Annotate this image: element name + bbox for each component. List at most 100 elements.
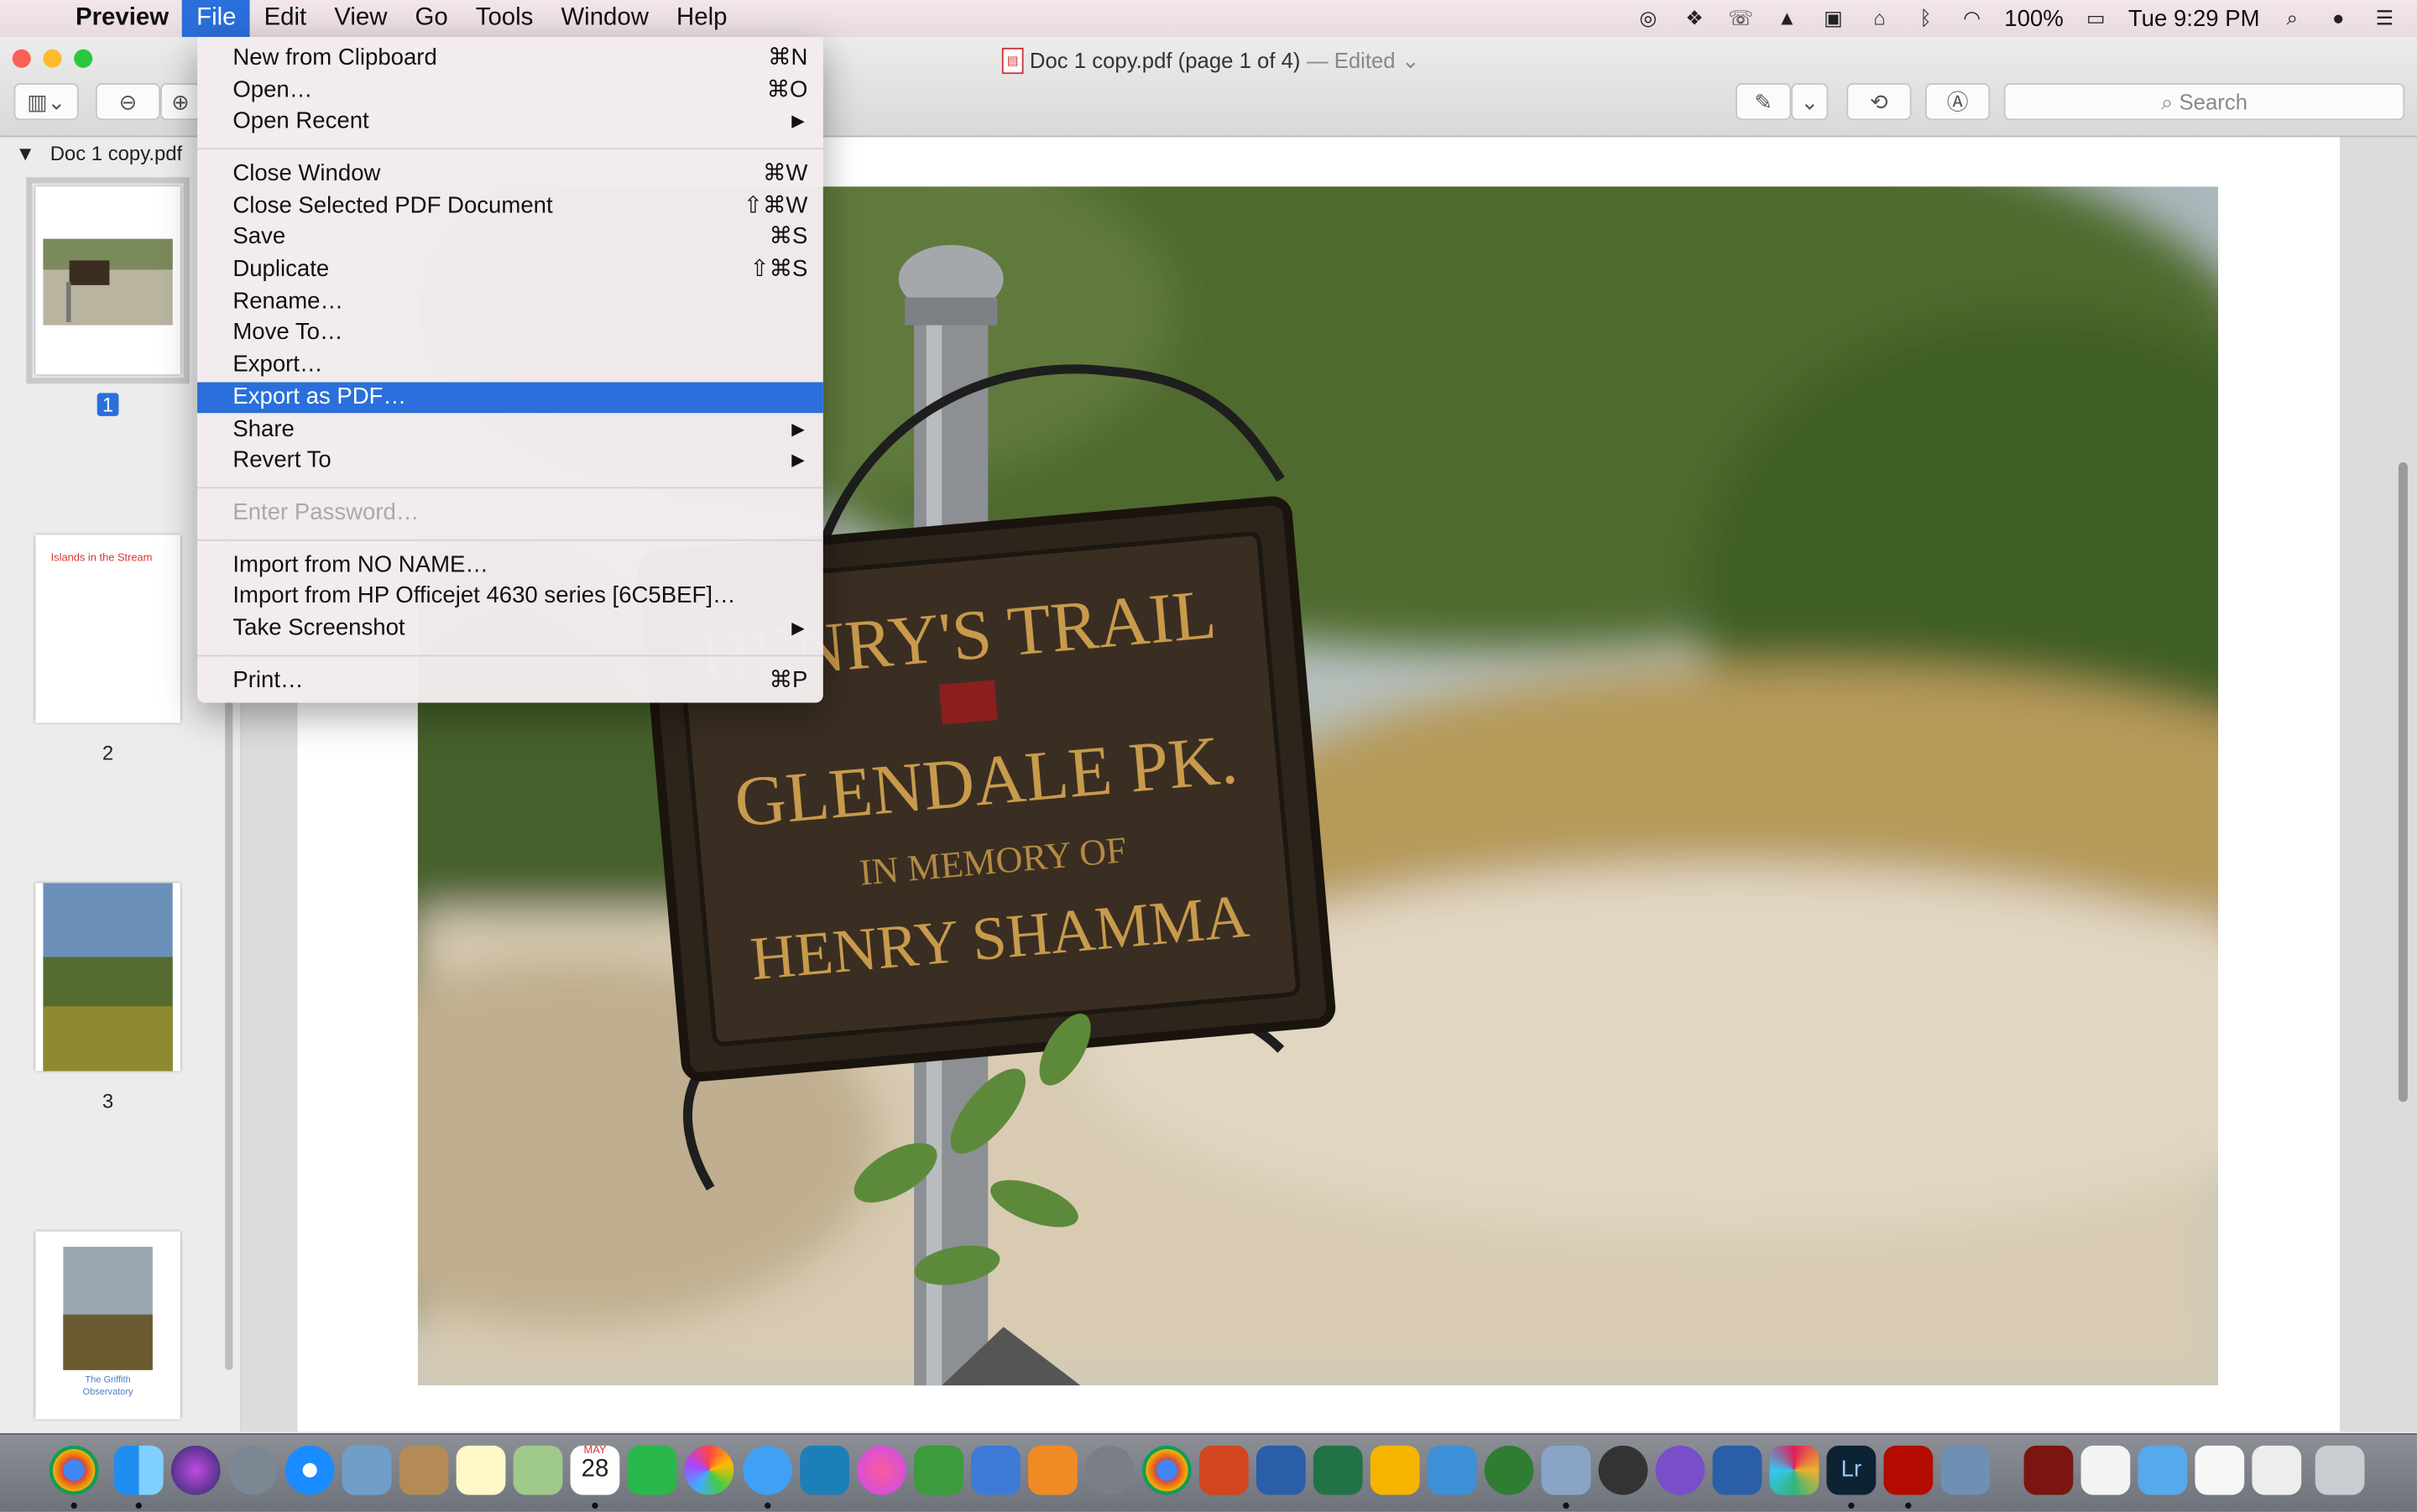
slack-icon[interactable] bbox=[1769, 1445, 1819, 1495]
menu-edit[interactable]: Edit bbox=[250, 0, 321, 37]
page-thumbnail-4[interactable]: The Griffith Observatory bbox=[35, 1231, 180, 1420]
menu-extra-icon[interactable]: ▣ bbox=[1819, 7, 1847, 29]
menu-item-save[interactable]: Save ⌘S bbox=[197, 222, 823, 253]
markup-toolbar-button[interactable]: Ⓐ bbox=[1925, 83, 1991, 121]
launchpad-icon[interactable] bbox=[227, 1445, 278, 1495]
keynote-icon[interactable] bbox=[971, 1445, 1021, 1495]
siri-icon[interactable] bbox=[170, 1445, 221, 1495]
zoom-in-button[interactable]: ⊕ bbox=[160, 83, 201, 121]
outlook-icon[interactable] bbox=[1370, 1445, 1420, 1495]
sidebar-toggle-button[interactable]: ▥⌄ bbox=[13, 83, 79, 121]
document-scrollbar[interactable] bbox=[2398, 462, 2408, 1103]
menu-file[interactable]: File bbox=[182, 0, 251, 38]
bluetooth-icon[interactable]: ᛒ bbox=[1912, 7, 1939, 29]
preview-icon[interactable] bbox=[1541, 1445, 1591, 1495]
excel-icon[interactable] bbox=[1313, 1445, 1363, 1495]
edited-status[interactable]: — Edited bbox=[1307, 48, 1396, 74]
calendar-icon[interactable]: MAY 28 bbox=[570, 1445, 620, 1495]
document-stack-icon[interactable] bbox=[2195, 1445, 2245, 1495]
mail-app-icon[interactable] bbox=[342, 1445, 392, 1495]
acrobat-icon[interactable] bbox=[1883, 1445, 1934, 1495]
notes-icon[interactable] bbox=[456, 1445, 506, 1495]
lightroom-icon[interactable]: Lr bbox=[1826, 1445, 1877, 1495]
search-field[interactable]: ⌕ Search bbox=[2003, 83, 2405, 121]
minimize-window-icon[interactable] bbox=[43, 49, 62, 68]
siri-icon[interactable]: ● bbox=[2325, 7, 2352, 29]
chrome-icon[interactable] bbox=[49, 1445, 99, 1495]
word-icon[interactable] bbox=[1255, 1445, 1306, 1495]
menu-tools[interactable]: Tools bbox=[462, 0, 547, 37]
menu-item-rename[interactable]: Rename… bbox=[197, 287, 823, 318]
safari-icon[interactable] bbox=[285, 1445, 335, 1495]
viber-icon[interactable] bbox=[1655, 1445, 1705, 1495]
menu-item-new-from-clipboard[interactable]: New from Clipboard ⌘N bbox=[197, 43, 823, 74]
facetime-icon[interactable] bbox=[627, 1445, 677, 1495]
folder-icon[interactable] bbox=[2138, 1445, 2188, 1495]
menu-help[interactable]: Help bbox=[662, 0, 740, 37]
messages-icon[interactable] bbox=[743, 1445, 793, 1495]
finder-icon[interactable] bbox=[113, 1445, 164, 1495]
itunes-icon[interactable] bbox=[857, 1445, 906, 1495]
powerpoint-icon[interactable] bbox=[1198, 1445, 1249, 1495]
zoom-out-button[interactable]: ⊖ bbox=[95, 83, 161, 121]
dropbox-icon[interactable]: ❖ bbox=[1681, 7, 1709, 29]
menu-item-take-screenshot[interactable]: Take Screenshot ▶ bbox=[197, 613, 823, 644]
disclosure-triangle-icon[interactable]: ▼ bbox=[15, 142, 35, 165]
menu-item-print[interactable]: Print… ⌘P bbox=[197, 665, 823, 696]
rotate-button[interactable]: ⟲ bbox=[1846, 83, 1912, 121]
page-number-1[interactable]: 1 bbox=[97, 393, 119, 416]
page-number-2[interactable]: 2 bbox=[97, 741, 119, 764]
battery-icon[interactable]: ▭ bbox=[2082, 7, 2110, 29]
numbers-icon[interactable] bbox=[914, 1445, 963, 1495]
menu-item-import-hp-officejet[interactable]: Import from HP Officejet 4630 series [6C… bbox=[197, 581, 823, 612]
zoom-window-icon[interactable] bbox=[74, 49, 93, 68]
airplay-icon[interactable]: ⌂ bbox=[1866, 7, 1893, 29]
drive-icon[interactable]: ▲ bbox=[1773, 7, 1801, 29]
window-title[interactable]: ▤ Doc 1 copy.pdf (page 1 of 4) — Edited … bbox=[1001, 47, 1420, 75]
menu-item-import-no-name[interactable]: Import from NO NAME… bbox=[197, 550, 823, 581]
chevron-down-icon[interactable]: ⌄ bbox=[1402, 48, 1420, 74]
clock[interactable]: Tue 9:29 PM bbox=[2128, 5, 2260, 31]
quicktime-icon[interactable] bbox=[1598, 1445, 1648, 1495]
books-icon[interactable] bbox=[1028, 1445, 1078, 1495]
markup-dropdown-button[interactable]: ⌄ bbox=[1791, 83, 1829, 121]
chrome-canary-icon[interactable] bbox=[1141, 1445, 1192, 1495]
menu-window[interactable]: Window bbox=[547, 0, 663, 37]
downloads-stack-icon[interactable] bbox=[2252, 1445, 2302, 1495]
teams-icon[interactable] bbox=[1427, 1445, 1477, 1495]
menu-item-open[interactable]: Open… ⌘O bbox=[197, 76, 823, 107]
menu-item-export-as-pdf[interactable]: Export as PDF… bbox=[197, 382, 823, 414]
acrobat-document-icon[interactable] bbox=[2023, 1445, 2074, 1495]
menu-item-share[interactable]: Share ▶ bbox=[197, 414, 823, 446]
network-icon[interactable] bbox=[1484, 1445, 1534, 1495]
system-preferences-icon[interactable] bbox=[1085, 1445, 1135, 1495]
menu-item-move-to[interactable]: Move To… bbox=[197, 317, 823, 348]
trash-icon[interactable] bbox=[2315, 1445, 2365, 1495]
page-thumbnail-1[interactable] bbox=[26, 177, 190, 384]
notification-center-icon[interactable]: ☰ bbox=[2371, 7, 2399, 29]
menu-go[interactable]: Go bbox=[401, 0, 462, 37]
photos-icon[interactable] bbox=[684, 1445, 734, 1495]
maps-icon[interactable] bbox=[513, 1445, 563, 1495]
sidebar-document-header[interactable]: ▼ Doc 1 copy.pdf bbox=[15, 142, 182, 165]
menu-item-revert-to[interactable]: Revert To ▶ bbox=[197, 446, 823, 477]
menu-item-close-window[interactable]: Close Window ⌘W bbox=[197, 159, 823, 190]
menu-view[interactable]: View bbox=[321, 0, 401, 37]
close-window-icon[interactable] bbox=[12, 49, 31, 68]
page-thumbnail-3[interactable] bbox=[35, 883, 180, 1071]
menu-item-open-recent[interactable]: Open Recent ▶ bbox=[197, 107, 823, 138]
creative-cloud-icon[interactable]: ◎ bbox=[1634, 7, 1662, 29]
menu-item-duplicate[interactable]: Duplicate ⇧⌘S bbox=[197, 254, 823, 285]
page-thumbnail-2[interactable]: Islands in the Stream bbox=[35, 534, 180, 723]
spotlight-icon[interactable]: ⌕ bbox=[2279, 7, 2306, 29]
c-app-icon[interactable] bbox=[800, 1445, 850, 1495]
word-doc-icon[interactable] bbox=[1712, 1445, 1762, 1495]
page-number-3[interactable]: 3 bbox=[97, 1090, 119, 1113]
viber-status-icon[interactable]: ☏ bbox=[1727, 7, 1755, 29]
markup-pen-button[interactable]: ✎ bbox=[1736, 83, 1792, 121]
wifi-icon[interactable]: ◠ bbox=[1958, 7, 1986, 29]
menu-item-export[interactable]: Export… bbox=[197, 350, 823, 381]
image-capture-icon[interactable] bbox=[1940, 1445, 1991, 1495]
menu-app-preview[interactable]: Preview bbox=[61, 0, 182, 37]
contacts-icon[interactable] bbox=[399, 1445, 449, 1495]
